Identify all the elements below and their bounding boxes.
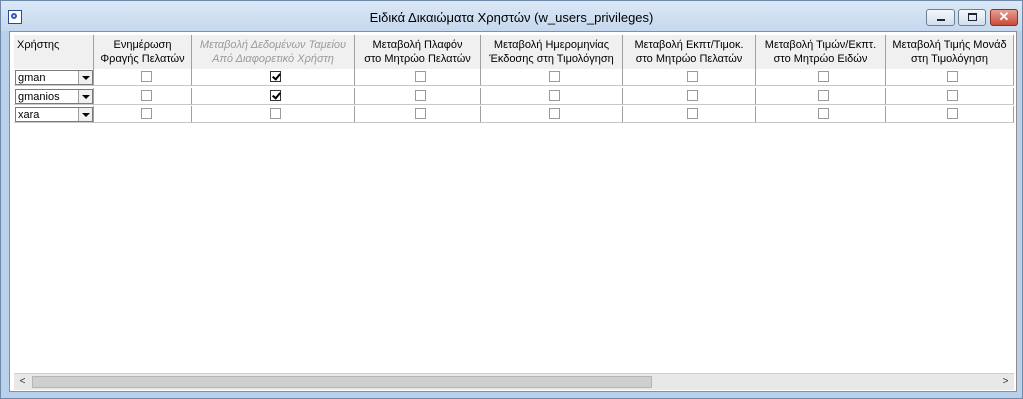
privilege-checkbox[interactable]: [415, 108, 426, 119]
privilege-cell: [355, 106, 481, 123]
privilege-checkbox[interactable]: [818, 71, 829, 82]
user-name: gmanios: [18, 91, 60, 103]
column-header[interactable]: Ενημέρωση Φραγής Πελατών: [94, 35, 192, 70]
column-header-line2: Από Διαφορετικό Χρήστη: [212, 53, 334, 65]
user-dropdown[interactable]: gmanios: [15, 89, 93, 104]
privilege-cell: [355, 88, 481, 105]
privilege-cell: [623, 88, 756, 105]
column-header-line1: Μεταβολή Εκπτ/Τιμοκ.: [634, 39, 744, 51]
column-header-line2: στο Μητρώο Ειδών: [773, 53, 868, 65]
privilege-checkbox[interactable]: [549, 71, 560, 82]
column-header-line2: Φραγής Πελατών: [100, 53, 185, 65]
privilege-cell: [481, 69, 623, 86]
scroll-right-icon[interactable]: >: [997, 374, 1014, 390]
privilege-cell: [481, 106, 623, 123]
user-dropdown[interactable]: gman: [15, 70, 93, 85]
user-name: gman: [18, 72, 46, 84]
column-header[interactable]: Μεταβολή Τιμής Μονάδ στη Τιμολόγηση: [886, 35, 1014, 70]
chevron-down-icon[interactable]: [78, 90, 92, 103]
privilege-checkbox[interactable]: [141, 71, 152, 82]
privilege-checkbox[interactable]: [687, 90, 698, 101]
table-row: xara: [10, 106, 1014, 124]
user-cell: gman: [14, 69, 94, 86]
privilege-cell: [623, 69, 756, 86]
privilege-checkbox[interactable]: [818, 108, 829, 119]
privilege-checkbox[interactable]: [947, 71, 958, 82]
privilege-checkbox[interactable]: [549, 90, 560, 101]
privilege-cell: [94, 106, 192, 123]
user-name: xara: [18, 109, 40, 121]
privilege-cell: [886, 88, 1014, 105]
user-dropdown[interactable]: xara: [15, 107, 93, 122]
privilege-cell: [481, 88, 623, 105]
privilege-checkbox[interactable]: [141, 90, 152, 101]
privilege-checkbox[interactable]: [947, 90, 958, 101]
privilege-checkbox[interactable]: [818, 90, 829, 101]
privilege-cell: [756, 69, 886, 86]
column-header-line1: Μεταβολή Πλαφόν: [372, 39, 463, 51]
privilege-cell: [192, 106, 355, 123]
title-bar[interactable]: Ειδικά Δικαιώματα Χρηστών (w_users_privi…: [1, 1, 1022, 31]
column-header[interactable]: Μεταβολή Εκπτ/Τιμοκ. στο Μητρώο Πελατών: [623, 35, 756, 70]
privilege-checkbox[interactable]: [270, 90, 281, 101]
column-header-line1: Μεταβολή Ημερομηνίας: [493, 39, 610, 51]
privilege-checkbox[interactable]: [270, 71, 281, 82]
privilege-cell: [623, 106, 756, 123]
privilege-checkbox[interactable]: [141, 108, 152, 119]
column-header-line2: στη Τιμολόγηση: [910, 53, 989, 65]
privilege-checkbox[interactable]: [687, 71, 698, 82]
column-header-line1: Χρήστης: [17, 39, 60, 51]
close-icon: ✕: [998, 9, 1010, 24]
column-header[interactable]: Μεταβολή Δεδομένων Ταμείου Από Διαφορετικ…: [192, 35, 355, 70]
close-button[interactable]: ✕: [990, 9, 1018, 26]
privilege-cell: [192, 69, 355, 86]
column-header[interactable]: Χρήστης: [14, 35, 94, 70]
horizontal-scrollbar[interactable]: < >: [14, 373, 1014, 390]
window-title: Ειδικά Δικαιώματα Χρηστών (w_users_privi…: [369, 10, 654, 25]
scroll-left-icon[interactable]: <: [14, 374, 31, 390]
column-header-line1: Ενημέρωση: [113, 39, 172, 51]
chevron-down-icon[interactable]: [78, 71, 92, 84]
privilege-cell: [355, 69, 481, 86]
users-privileges-window: Ειδικά Δικαιώματα Χρηστών (w_users_privi…: [0, 0, 1023, 399]
chevron-down-icon[interactable]: [78, 108, 92, 121]
column-header[interactable]: Μεταβολή Πλαφόν στο Μητρώο Πελατών: [355, 35, 481, 70]
minimize-button[interactable]: [926, 9, 955, 26]
privilege-checkbox[interactable]: [947, 108, 958, 119]
privileges-grid: Χρήστης Ενημέρωση Φραγής Πελατών Μεταβολή Δ…: [9, 31, 1017, 392]
scroll-thumb[interactable]: [32, 376, 652, 388]
column-header[interactable]: Μεταβολή Τιμών/Εκπτ. στο Μητρώο Ειδών: [756, 35, 886, 70]
minimize-icon: [937, 19, 945, 21]
privilege-checkbox[interactable]: [549, 108, 560, 119]
privilege-checkbox[interactable]: [415, 71, 426, 82]
privilege-checkbox[interactable]: [415, 90, 426, 101]
privilege-checkbox[interactable]: [687, 108, 698, 119]
privilege-checkbox[interactable]: [270, 108, 281, 119]
privilege-cell: [192, 88, 355, 105]
column-header[interactable]: Μεταβολή Ημερομηνίας Έκδοσης στη Τιμολόγη…: [481, 35, 623, 70]
user-cell: xara: [14, 106, 94, 123]
column-header-line2: στο Μητρώο Πελατών: [364, 53, 471, 65]
maximize-button[interactable]: [958, 9, 986, 26]
privilege-cell: [756, 106, 886, 123]
column-header-line1: Μεταβολή Δεδομένων Ταμείου: [199, 39, 347, 51]
column-header-line2: στο Μητρώο Πελατών: [635, 53, 743, 65]
table-row: gman: [10, 69, 1014, 87]
user-cell: gmanios: [14, 88, 94, 105]
privilege-cell: [886, 106, 1014, 123]
privilege-cell: [756, 88, 886, 105]
table-row: gmanios: [10, 88, 1014, 106]
column-header-line1: Μεταβολή Τιμής Μονάδ: [892, 39, 1007, 51]
column-header-line1: Μεταβολή Τιμών/Εκπτ.: [764, 39, 877, 51]
privilege-cell: [94, 69, 192, 86]
privilege-cell: [94, 88, 192, 105]
maximize-icon: [968, 13, 977, 21]
column-header-line2: Έκδοσης στη Τιμολόγηση: [489, 53, 614, 65]
privilege-cell: [886, 69, 1014, 86]
